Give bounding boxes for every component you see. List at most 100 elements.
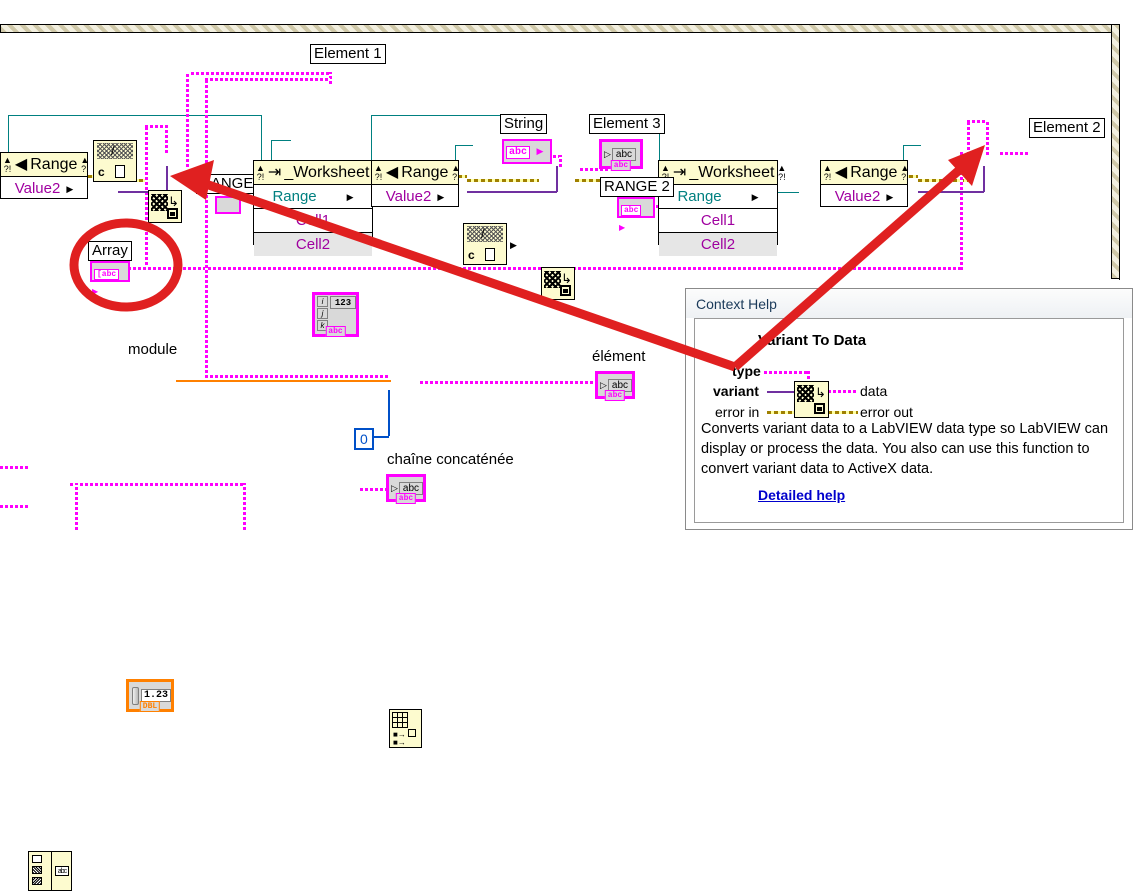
wire-purple-3 — [918, 191, 984, 193]
string-constant-text: abc — [506, 146, 531, 159]
refnum-glyph-out: ▲?! — [777, 162, 787, 182]
invoke-label-cell2: Cell2 — [295, 235, 331, 253]
wire-refnum-conv-1 — [271, 140, 272, 162]
node-icon-invoke: ⇥ — [267, 163, 282, 181]
port-icon-1 — [32, 855, 42, 863]
refnum-glyph-out: ▲?! — [451, 162, 461, 182]
wire-refnum-range-link-2 — [775, 192, 799, 193]
wire-variant-idx-out — [420, 381, 605, 384]
wire-variant-left-top2 — [165, 125, 168, 153]
constant-array[interactable]: [abc ▶ — [90, 261, 130, 296]
invoke-row-cell1[interactable]: Cell1 — [659, 209, 777, 233]
wire-refnum-conv-6 — [903, 145, 921, 146]
wire-variant-cat-out — [70, 483, 245, 486]
invoke-row-cell1[interactable]: Cell1 — [254, 209, 372, 233]
wire-refnum-conv-4 — [455, 145, 473, 146]
slash-glyph: / — [111, 143, 115, 158]
invoke-row-range[interactable]: Range ▶ — [659, 185, 777, 209]
invoke-node-worksheet-2[interactable]: ▲?! ⇥ _Worksheet ▲?! Range ▶ Cell1 Cell2 — [658, 160, 786, 256]
indicator-chaine[interactable]: ▷ abc abc — [386, 474, 426, 504]
invoke-node-title: _Worksheet — [284, 163, 370, 181]
property-node-range-1[interactable]: ▲?! ◀ Range ▲?! Value2 ▶ — [0, 152, 89, 200]
variant-checker-icon — [151, 194, 168, 211]
invoke-label-cell1: Cell1 — [700, 211, 736, 229]
to-variant-node-2[interactable]: / c — [463, 223, 507, 265]
label-range2: RANGE 2 — [600, 177, 674, 197]
label-element-fr: élément — [592, 348, 646, 365]
property-node-range-3[interactable]: ▲?! ◀ Range ▲?! Value2 ▶ — [820, 160, 910, 208]
terminal-arrow: ▶ — [92, 287, 99, 296]
datatype-badge: DBL — [139, 701, 161, 712]
wire-variant-right-riser — [243, 483, 246, 530]
constant-string[interactable]: abc ▶ — [502, 139, 552, 164]
index-port-2: ■→ — [393, 738, 406, 747]
c-label: c — [98, 165, 105, 179]
wire-blue-zero-v — [388, 390, 390, 436]
invoke-row-cell2[interactable]: Cell2 — [659, 233, 777, 256]
wire-refnum-rail-1 — [8, 115, 261, 116]
refnum-glyph-out: ▲?! — [900, 162, 910, 182]
wire-purple-1v — [166, 166, 168, 192]
refnum-glyph-in: ▲?! — [256, 162, 265, 182]
label-module: module — [128, 341, 178, 358]
context-help-window[interactable]: Context Help Variant To Data type varian… — [685, 288, 1133, 530]
property-node-title: Range — [850, 163, 898, 181]
terminal-arrow: ▷ — [604, 148, 611, 159]
detailed-help-link[interactable]: Detailed help — [758, 487, 845, 503]
constant-zero[interactable]: 0 — [354, 428, 374, 450]
indicator-element3[interactable]: ▷ abc abc — [599, 139, 643, 171]
refnum-glyph-in: ▲?! — [374, 162, 383, 182]
datatype-badge: abc — [604, 390, 626, 401]
indicator-element1[interactable]: i j k 123 abc — [312, 292, 359, 337]
data-square-icon — [167, 208, 178, 219]
indicator-element-fr[interactable]: ▷ abc abc — [595, 371, 635, 401]
structure-border-top — [0, 24, 1120, 33]
variant-to-data-node-2[interactable]: ↳ — [541, 267, 575, 300]
property-row-value2[interactable]: Value2 ▶ — [821, 185, 907, 208]
variant-to-data-node-1[interactable]: ↳ — [148, 190, 182, 223]
invoke-row-cell2[interactable]: ▶ Cell2 — [254, 233, 517, 256]
range3-terminal[interactable] — [215, 196, 241, 214]
array-constant-text: [abc — [94, 269, 120, 280]
label-element2: Element 2 — [1029, 118, 1105, 138]
terminal-arrow: ▶ — [437, 191, 445, 202]
index-array-node[interactable]: ■→ ■→ — [389, 709, 422, 748]
abc-output-icon: abc — [55, 866, 69, 876]
wire-variant-string-drop — [559, 155, 562, 167]
property-row-value2[interactable]: Value2 ▶ — [372, 185, 458, 208]
label-element3: Element 3 — [589, 114, 665, 134]
property-row-value2[interactable]: Value2 ▶ — [1, 177, 87, 200]
data-square-icon — [814, 403, 825, 414]
invoke-node-title: _Worksheet — [689, 163, 775, 181]
convert-arrow-icon: ↳ — [561, 271, 572, 286]
wire-error-rail-4 — [467, 179, 539, 182]
wire-variant-cat-riser — [75, 483, 78, 530]
invoke-node-worksheet-1[interactable]: ▲?! ⇥ _Worksheet ▲?! Range ▶ Cell1 ▶ Cel… — [253, 160, 517, 256]
convert-arrow-icon: ↳ — [815, 385, 826, 400]
label-array: Array — [88, 241, 132, 261]
constant-body: [abc ▶ — [90, 261, 130, 296]
context-help-titlebar: Context Help — [686, 289, 1132, 318]
variant-pattern-icon — [97, 143, 133, 159]
help-description: Converts variant data to a LabVIEW data … — [701, 421, 1109, 477]
page-icon — [115, 165, 125, 178]
wire-variant-mid-trunk — [205, 78, 208, 378]
wire-refnum-drop-1 — [261, 115, 262, 162]
wire-variant-elem2-riser — [967, 120, 970, 165]
range2-terminal[interactable]: abc ▶ — [617, 197, 655, 232]
control-module[interactable]: 1.23 DBL — [126, 679, 174, 712]
array-index-i: i — [317, 296, 328, 307]
wire-variant-mid-top — [205, 78, 330, 81]
refnum-glyph-in: ▲?! — [823, 162, 832, 182]
to-variant-node-1[interactable]: / c — [93, 140, 137, 182]
wire-blue-zero-h — [373, 436, 389, 438]
wire-orange-module — [176, 380, 391, 382]
context-help-title: Context Help — [696, 295, 777, 312]
property-node-range-2[interactable]: ▲?! ◀ Range ▲?! Value2 ▶ — [371, 160, 461, 208]
terminal-arrow: ▶ — [886, 191, 894, 202]
array-value-display: 123 — [330, 296, 356, 309]
help-wire-data — [828, 390, 858, 393]
invoke-row-range[interactable]: Range ▶ — [254, 185, 372, 209]
concatenate-strings-node[interactable]: abc — [28, 851, 72, 891]
wire-variant-elem2-down — [986, 120, 989, 155]
